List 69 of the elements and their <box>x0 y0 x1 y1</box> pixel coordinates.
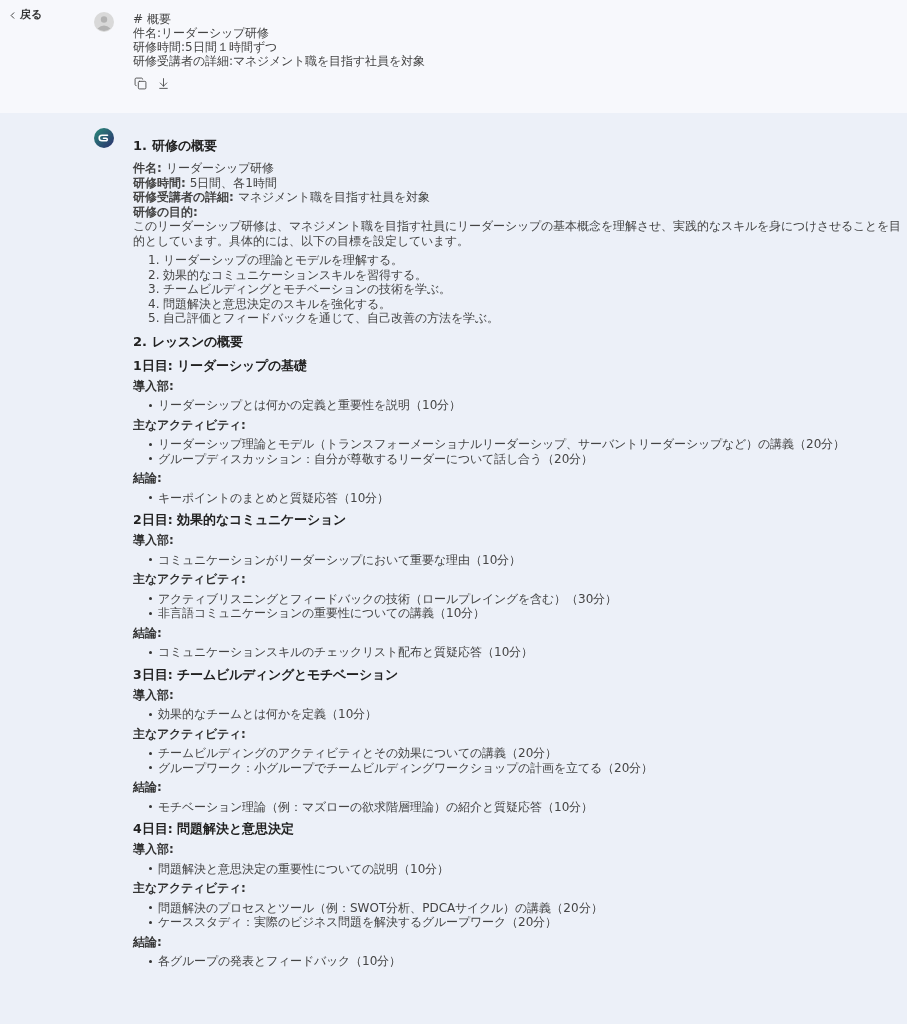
info-line: 研修受講者の詳細: マネジメント職を目指す社員を対象 <box>133 190 431 205</box>
bullet-item: リーダーシップ理論とモデル（トランスフォーメーショナルリーダーシップ、サーバントリーダーシップなど）の講義（20分） <box>158 437 846 452</box>
user-message-line: 研修受講者の詳細:マネジメント職を目指す社員を対象 <box>133 54 426 68</box>
bullet-item: コミュニケーションスキルのチェックリスト配布と質疑応答（10分） <box>158 645 534 660</box>
subsection-label: 主なアクティビティ: <box>133 417 247 432</box>
bullet-icon <box>149 805 152 809</box>
bullet-item: モチベーション理論（例：マズローの欲求階層理論）の紹介と質疑応答（10分） <box>158 799 594 814</box>
section-heading: 2. レッスンの概要 <box>133 332 244 351</box>
objective-item: 4. 問題解決と意思決定のスキルを強化する。 <box>148 296 393 311</box>
objective-item: 1. リーダーシップの理論とモデルを理解する。 <box>148 253 405 268</box>
subsection-label: 導入部: <box>133 533 175 548</box>
bullet-item: コミュニケーションがリーダーシップにおいて重要な理由（10分） <box>158 552 522 567</box>
bullet-icon <box>149 457 152 461</box>
assistant-logo <box>94 128 114 148</box>
bullet-item: 問題解決と意思決定の重要性についての説明（10分） <box>158 861 450 876</box>
day-heading: 4日目: 問題解決と意思決定 <box>133 821 296 837</box>
back-button[interactable]: 戻る <box>7 7 42 24</box>
bullet-icon <box>149 751 152 755</box>
bullet-icon <box>149 766 152 770</box>
user-message-line: 研修時間:5日間１時間ずつ <box>133 40 278 54</box>
bullet-item: ケーススタディ：実際のビジネス問題を解決するグループワーク（20分） <box>158 915 558 930</box>
subsection-label: 主なアクティビティ: <box>133 572 247 587</box>
user-avatar <box>94 12 114 32</box>
bullet-icon <box>149 403 152 407</box>
bullet-item: グループディスカッション：自分が尊敬するリーダーについて話し合う（20分） <box>158 451 594 466</box>
subsection-label: 主なアクティビティ: <box>133 726 247 741</box>
subsection-label: 結論: <box>133 471 163 486</box>
objective-item: 3. チームビルディングとモチベーションの技術を学ぶ。 <box>148 282 453 297</box>
day-heading: 1日目: リーダーシップの基礎 <box>133 357 309 374</box>
subsection-label: 結論: <box>133 934 163 949</box>
bullet-item: 非言語コミュニケーションの重要性についての講義（10分） <box>158 606 486 621</box>
purpose-paragraph: このリーダーシップ研修は、マネジメント職を目指す社員にリーダーシップの基本概念を理解させ、実践的なスキルを身につけさせることを目的としています。具体的には、以下の目標を設定しています。 <box>133 219 902 248</box>
bullet-item: グループワーク：小グループでチームビルディングワークショップの計画を立てる（20分） <box>158 760 654 775</box>
day-heading: 2日目: 効果的なコミュニケーション <box>133 512 348 528</box>
bullet-icon <box>149 442 152 446</box>
bullet-item: アクティブリスニングとフィードバックの技術（ロールプレイングを含む）（30分） <box>158 591 618 606</box>
bullet-item: 効果的なチームとは何かを定義（10分） <box>158 707 378 722</box>
bullet-icon <box>149 712 152 716</box>
user-message-line: # 概要 <box>133 12 172 26</box>
subsection-label: 導入部: <box>133 842 175 857</box>
subsection-label: 主なアクティビティ: <box>133 881 247 896</box>
bullet-item: キーポイントのまとめと質疑応答（10分） <box>158 490 390 505</box>
copy-icon[interactable] <box>134 77 147 90</box>
bullet-icon <box>149 558 152 562</box>
bullet-item: リーダーシップとは何かの定義と重要性を説明（10分） <box>158 398 462 413</box>
subsection-label: 結論: <box>133 780 163 795</box>
bullet-icon <box>149 611 152 615</box>
bullet-icon <box>149 920 152 924</box>
bullet-icon <box>149 906 152 910</box>
day-heading: 3日目: チームビルディングとモチベーション <box>133 666 400 683</box>
subsection-label: 結論: <box>133 625 163 640</box>
objective-item: 5. 自己評価とフィードバックを通じて、自己改善の方法を学ぶ。 <box>148 311 501 326</box>
objective-item: 2. 効果的なコミュニケーションスキルを習得する。 <box>148 267 429 282</box>
bullet-item: 問題解決のプロセスとツール（例：SWOT分析、PDCAサイクル）の講義（20分） <box>158 900 603 915</box>
user-message-line: 件名:リーダーシップ研修 <box>133 26 271 40</box>
info-line: 研修時間: 5日間、各1時間 <box>133 175 278 190</box>
bullet-icon <box>149 867 152 871</box>
bullet-icon <box>149 650 152 654</box>
bullet-icon <box>149 496 152 500</box>
info-line: 件名: リーダーシップ研修 <box>133 161 275 176</box>
section-heading: 1. 研修の概要 <box>133 137 218 155</box>
bullet-item: チームビルディングのアクティビティとその効果についての講義（20分） <box>158 746 558 761</box>
info-line: 研修の目的: <box>133 204 199 219</box>
bullet-item: 各グループの発表とフィードバック（10分） <box>158 954 402 969</box>
bullet-icon <box>149 597 152 601</box>
bullet-icon <box>149 959 152 963</box>
download-icon[interactable] <box>157 77 170 90</box>
subsection-label: 導入部: <box>133 687 175 702</box>
subsection-label: 導入部: <box>133 378 175 393</box>
